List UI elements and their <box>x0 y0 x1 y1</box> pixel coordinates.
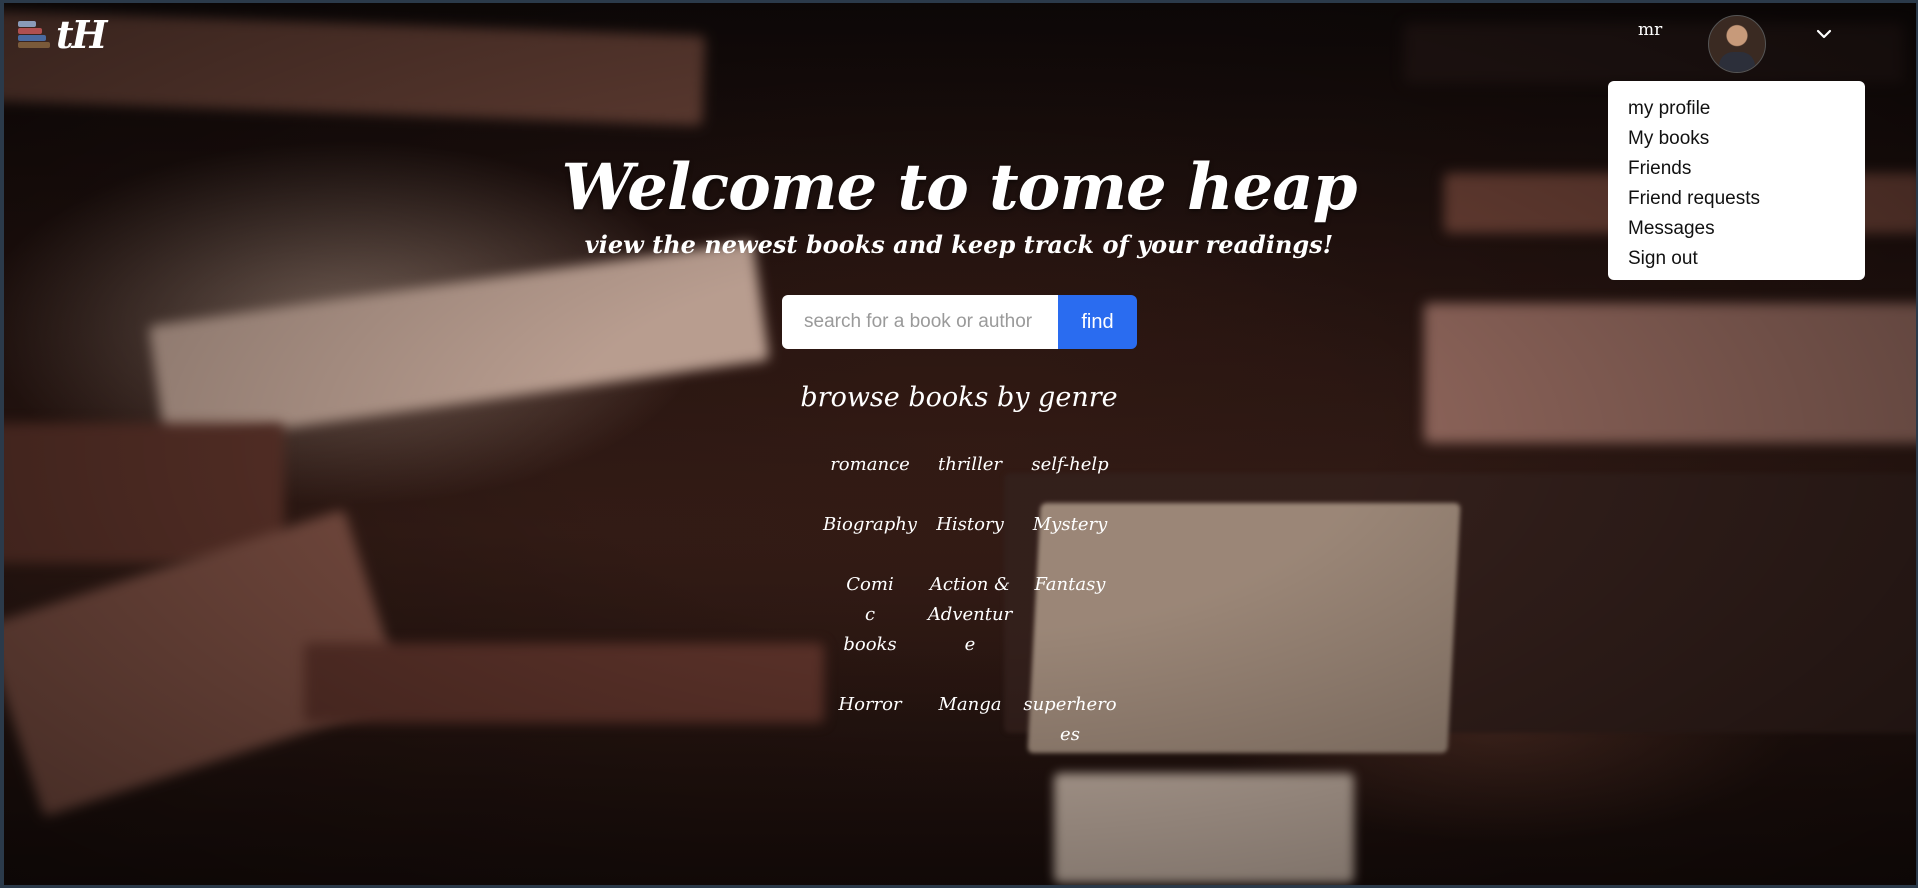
book-stack-icon <box>16 19 52 51</box>
search-bar: find <box>782 295 1137 349</box>
genre-link-history[interactable]: History <box>920 510 1020 540</box>
genre-link-self-help[interactable]: self-help <box>1020 450 1120 480</box>
genre-link-horror[interactable]: Horror <box>820 690 920 750</box>
genre-link-mystery[interactable]: Mystery <box>1020 510 1120 540</box>
site-logo[interactable]: tH <box>16 12 107 57</box>
avatar[interactable] <box>1708 15 1766 73</box>
genre-link-fantasy[interactable]: Fantasy <box>1020 570 1120 660</box>
genre-link-comic-books[interactable]: Comic books <box>820 570 920 660</box>
genre-grid: romance thriller self-help Biography His… <box>820 450 1120 780</box>
search-input[interactable] <box>782 295 1058 349</box>
menu-item-my-profile[interactable]: my profile <box>1628 94 1865 124</box>
genre-link-thriller[interactable]: thriller <box>920 450 1020 480</box>
genre-link-manga[interactable]: Manga <box>920 690 1020 750</box>
hero-title: Welcome to tome heap <box>561 150 1357 225</box>
genre-link-biography[interactable]: Biography <box>820 510 920 540</box>
genre-link-romance[interactable]: romance <box>820 450 920 480</box>
logo-text: tH <box>56 12 107 57</box>
find-button[interactable]: find <box>1058 295 1137 349</box>
genre-heading: browse books by genre <box>800 382 1118 413</box>
user-name: mr <box>1638 20 1663 40</box>
hero-subtitle: view the newest books and keep track of … <box>584 230 1334 259</box>
chevron-down-icon[interactable] <box>1812 22 1836 46</box>
genre-link-superheroes[interactable]: superheroes <box>1020 690 1120 750</box>
genre-link-action-adventure[interactable]: Action & Adventure <box>920 570 1020 660</box>
